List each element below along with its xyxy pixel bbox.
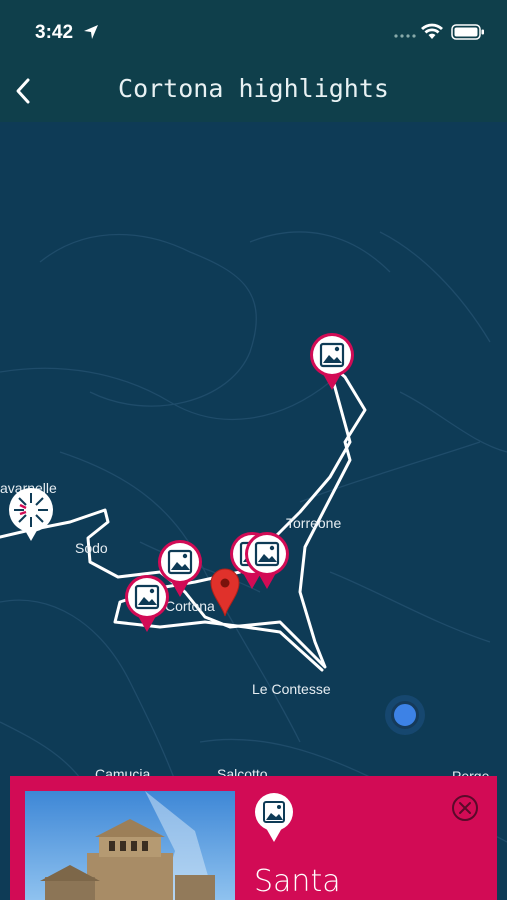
signal-icon — [394, 34, 416, 38]
poi-card[interactable]: Santa — [10, 776, 497, 900]
photo-pin[interactable] — [309, 332, 355, 397]
place-label-sodo: Sodo — [75, 540, 108, 556]
place-label-torreone: Torreone — [286, 515, 342, 531]
map-pin-icon — [210, 568, 240, 617]
poi-photo — [25, 791, 235, 900]
status-bar: 3:42 — [0, 0, 507, 60]
location-arrow-icon — [84, 25, 98, 39]
place-label-le-contesse: Le Contesse — [252, 681, 331, 697]
sunburst-icon — [9, 488, 53, 541]
user-location-dot — [391, 701, 419, 729]
poi-title: Santa — [254, 864, 341, 899]
image-icon — [125, 575, 169, 632]
start-marker[interactable] — [8, 487, 54, 548]
image-icon — [310, 333, 354, 390]
photo-pin[interactable] — [244, 531, 290, 596]
page-title: Cortona highlights — [118, 74, 389, 103]
card-image-icon — [254, 792, 294, 849]
image-icon — [255, 793, 293, 842]
image-icon — [245, 532, 289, 589]
photo-pin[interactable] — [124, 574, 170, 639]
wifi-icon — [421, 23, 443, 39]
status-time: 3:42 — [35, 22, 74, 43]
selected-location-pin[interactable] — [209, 567, 241, 622]
close-icon — [452, 795, 478, 821]
nav-bar: Cortona highlights — [0, 60, 507, 122]
battery-icon — [451, 24, 484, 40]
close-button[interactable] — [450, 793, 480, 828]
